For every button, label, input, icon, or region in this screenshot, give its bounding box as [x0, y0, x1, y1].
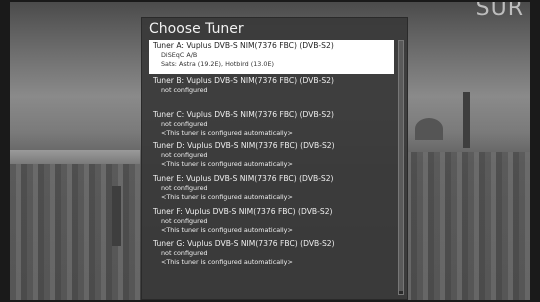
tuner-detail: not configured — [161, 249, 208, 257]
background-tower — [112, 186, 121, 246]
tuner-item-e[interactable]: Tuner E: Vuplus DVB-S NIM(7376 FBC) (DVB… — [149, 173, 394, 203]
tuner-name: Tuner D: Vuplus DVB-S NIM(7376 FBC) (DVB… — [153, 141, 335, 150]
tuner-item-c[interactable]: Tuner C: Vuplus DVB-S NIM(7376 FBC) (DVB… — [149, 109, 394, 139]
tuner-name: Tuner B: Vuplus DVB-S NIM(7376 FBC) (DVB… — [153, 76, 334, 85]
tuner-name: Tuner E: Vuplus DVB-S NIM(7376 FBC) (DVB… — [153, 174, 334, 183]
tuner-list[interactable]: Tuner A: Vuplus DVB-S NIM(7376 FBC) (DVB… — [149, 40, 394, 295]
tuner-name: Tuner G: Vuplus DVB-S NIM(7376 FBC) (DVB… — [153, 239, 335, 248]
tuner-item-g[interactable]: Tuner G: Vuplus DVB-S NIM(7376 FBC) (DVB… — [149, 238, 394, 268]
dialog-title: Choose Tuner — [149, 21, 244, 37]
tuner-detail: <This tuner is configured automatically> — [161, 257, 293, 266]
tuner-name: Tuner A: Vuplus DVB-S NIM(7376 FBC) (DVB… — [153, 41, 334, 50]
tuner-name: Tuner C: Vuplus DVB-S NIM(7376 FBC) (DVB… — [153, 110, 335, 119]
tuner-item-a[interactable]: Tuner A: Vuplus DVB-S NIM(7376 FBC) (DVB… — [149, 40, 394, 74]
tuner-detail: not configured — [161, 184, 208, 192]
tuner-item-f[interactable]: Tuner F: Vuplus DVB-S NIM(7376 FBC) (DVB… — [149, 206, 394, 236]
background-dome — [415, 118, 443, 140]
tuner-detail: <This tuner is configured automatically> — [161, 192, 293, 201]
tuner-detail: not configured — [161, 217, 208, 225]
background-tower-right — [463, 92, 470, 148]
tuner-detail: not configured — [161, 86, 208, 94]
choose-tuner-dialog: Choose Tuner Tuner A: Vuplus DVB-S NIM(7… — [141, 17, 408, 300]
tuner-detail: <This tuner is configured automatically> — [161, 225, 293, 234]
tuner-detail: <This tuner is configured automatically> — [161, 128, 293, 137]
tuner-list-scrollbar[interactable] — [398, 40, 404, 295]
tuner-name: Tuner F: Vuplus DVB-S NIM(7376 FBC) (DVB… — [153, 207, 333, 216]
background-cityscape-right — [400, 152, 530, 302]
tuner-detail: DiSEqC A/B — [161, 51, 198, 59]
tuner-detail: <This tuner is configured automatically> — [161, 159, 293, 168]
tuner-detail: not configured — [161, 120, 208, 128]
tuner-item-d[interactable]: Tuner D: Vuplus DVB-S NIM(7376 FBC) (DVB… — [149, 140, 394, 170]
background-river — [10, 150, 140, 164]
scrollbar-thumb[interactable] — [399, 41, 403, 291]
background-logo-text: SUR — [475, 0, 524, 21]
tuner-item-b[interactable]: Tuner B: Vuplus DVB-S NIM(7376 FBC) (DVB… — [149, 75, 394, 97]
tuner-detail: Sats: Astra (19.2E), Hotbird (13.0E) — [161, 59, 274, 68]
tuner-detail: not configured — [161, 151, 208, 159]
